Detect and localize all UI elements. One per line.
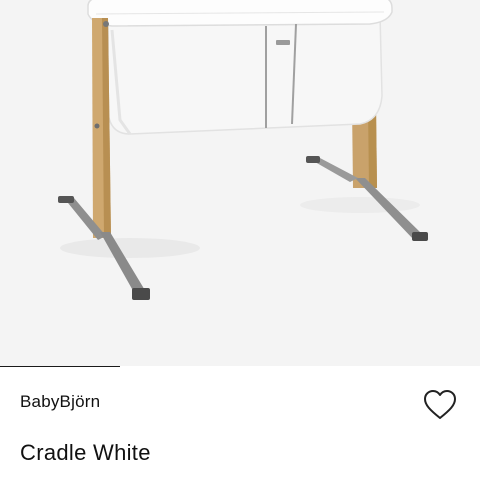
heart-outline-icon <box>423 389 457 424</box>
brand-name[interactable]: BabyBjörn <box>20 392 100 412</box>
product-image[interactable] <box>0 0 480 366</box>
cradle-illustration <box>58 0 428 300</box>
image-divider <box>0 366 120 367</box>
product-title[interactable]: Cradle White <box>20 440 151 466</box>
wishlist-button[interactable] <box>420 386 460 426</box>
